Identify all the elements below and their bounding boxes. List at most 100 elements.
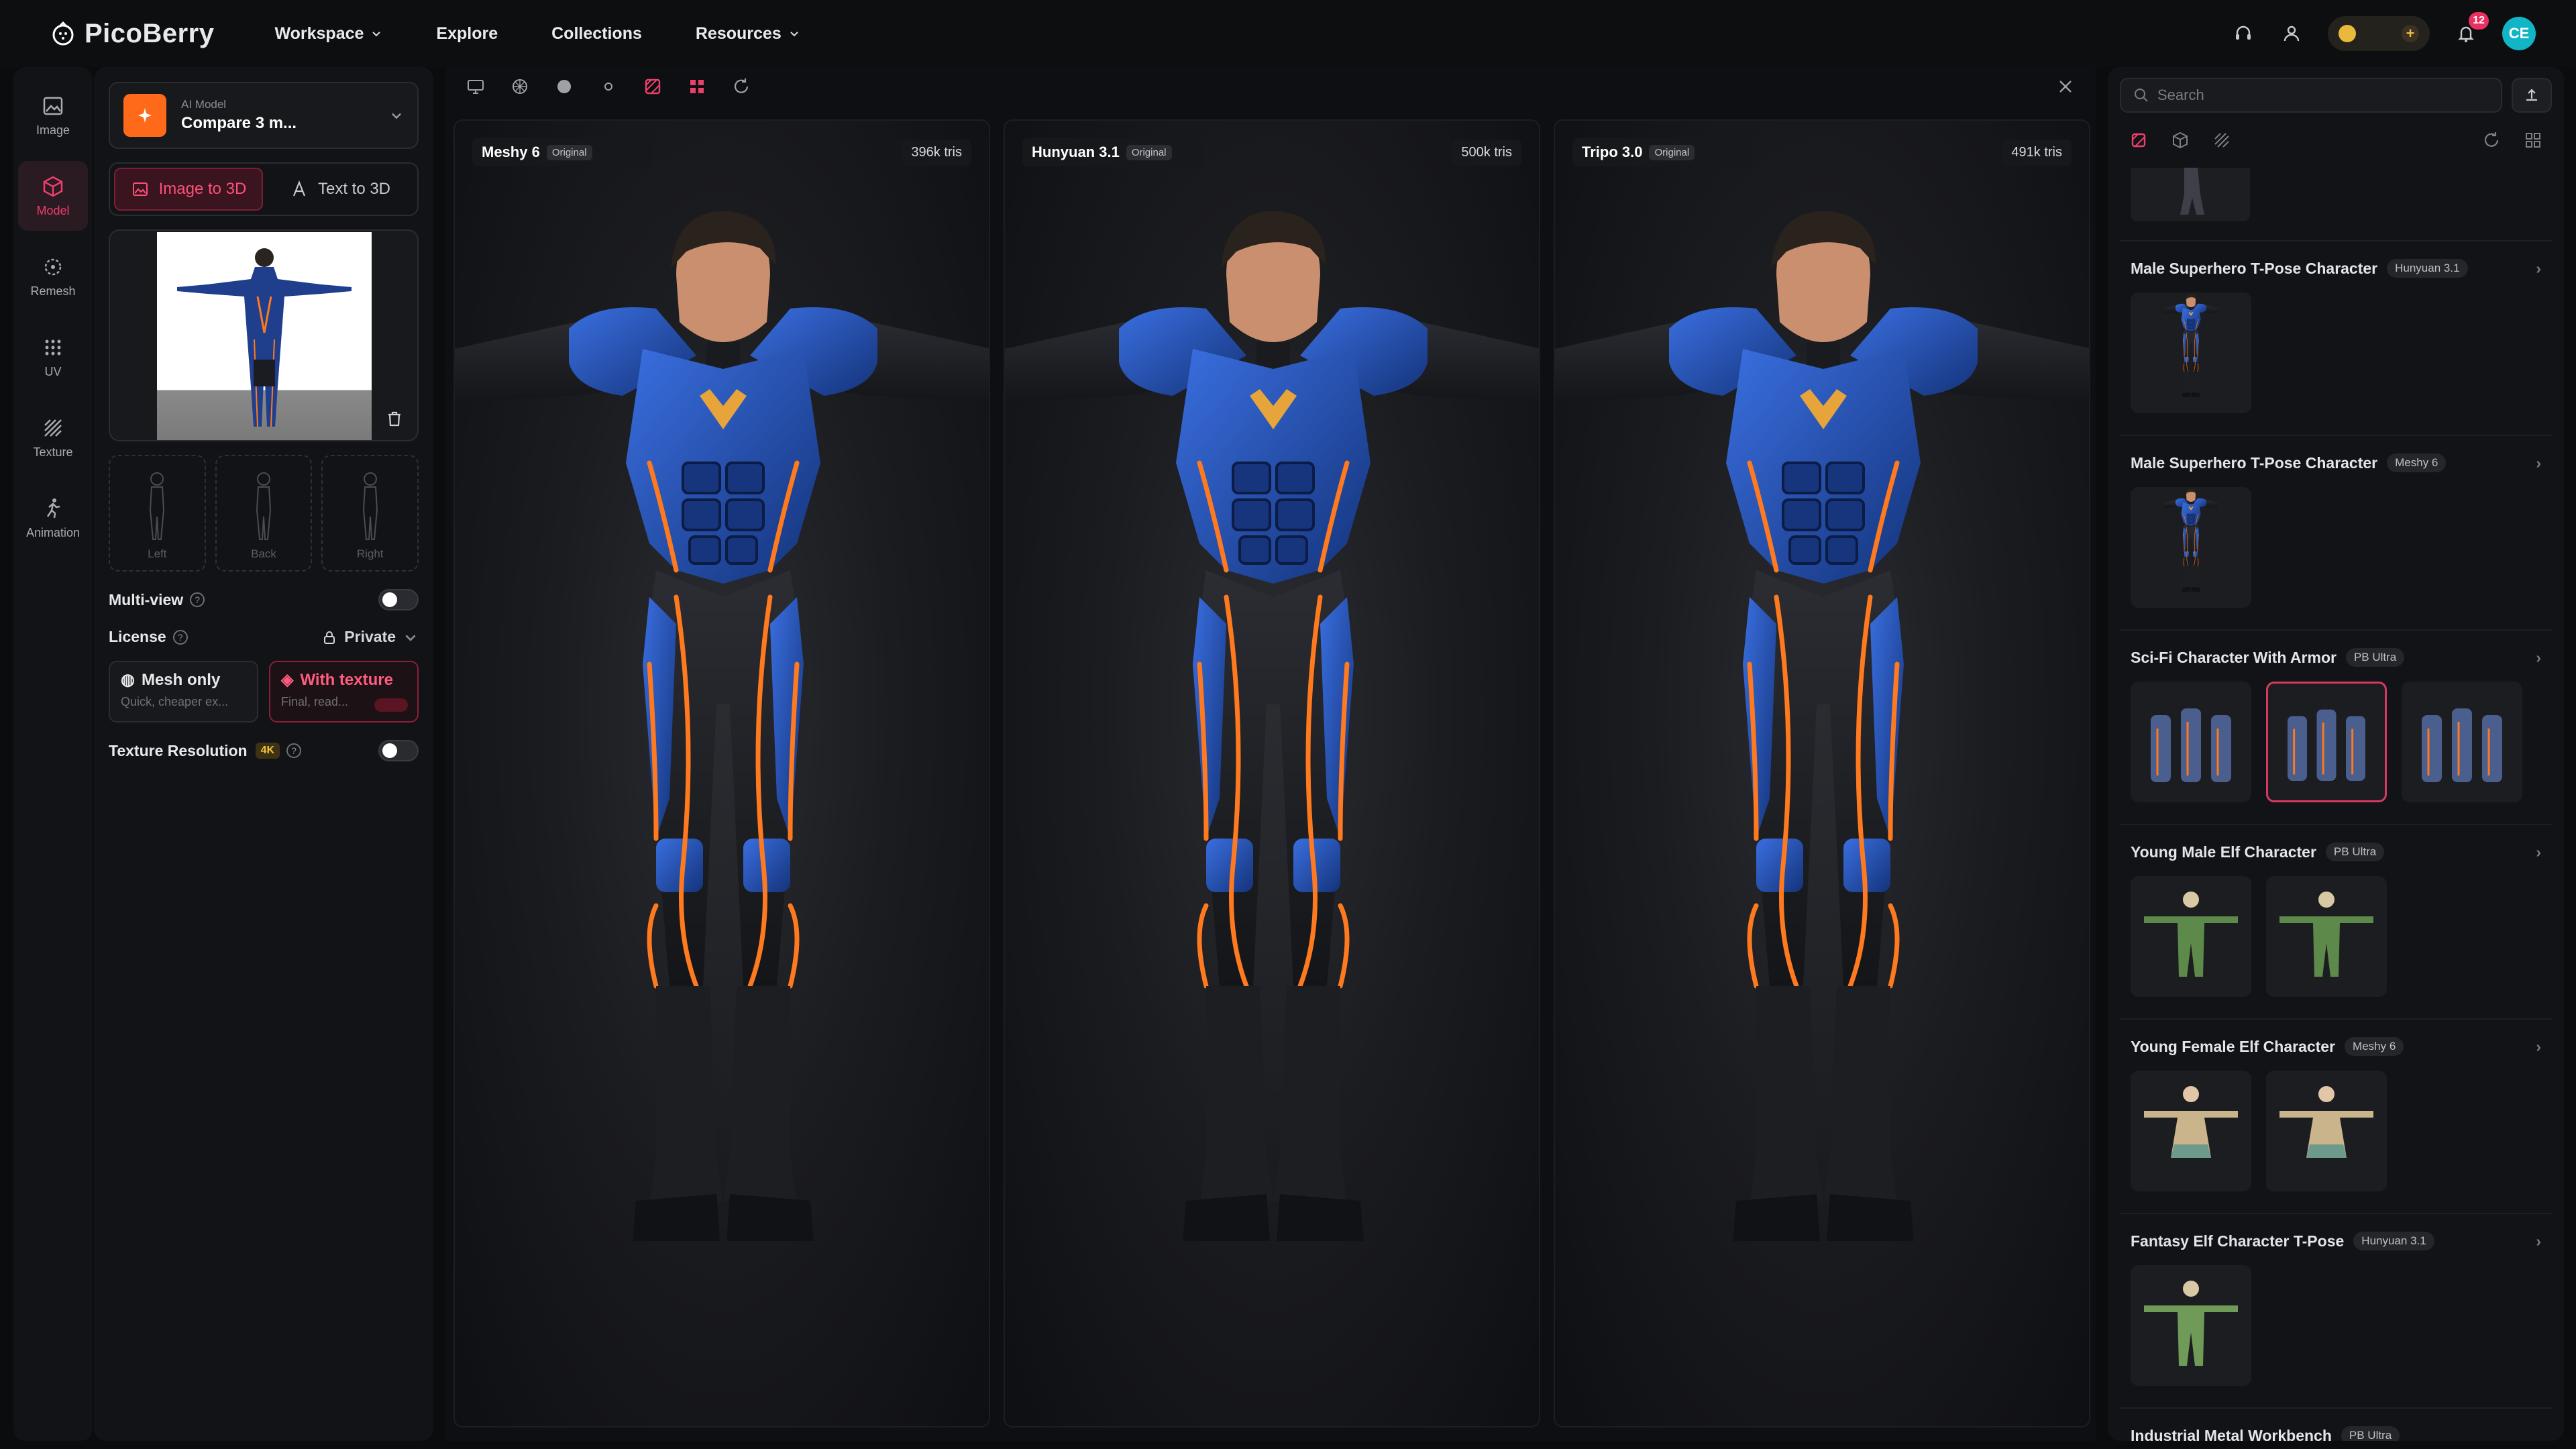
option-with-texture[interactable]: ◈ With texture Final, read... [269, 661, 419, 722]
thumbnail[interactable] [2266, 876, 2387, 997]
wireframe-icon[interactable] [510, 76, 530, 97]
viewer-pane-tripo[interactable]: Tripo 3.0 Original 491k tris [1554, 119, 2090, 1428]
thumbnail[interactable] [2131, 168, 2250, 221]
item-title: Fantasy Elf Character T-Pose [2131, 1232, 2345, 1250]
thumbnail[interactable] [2402, 682, 2522, 802]
berry-logo-icon [52, 21, 74, 46]
grid-layout-icon[interactable] [2524, 131, 2542, 150]
bell-icon[interactable]: 12 [2454, 12, 2489, 46]
resolution-badge: 4K [255, 743, 280, 759]
image-icon [43, 97, 63, 115]
thumbnail[interactable] [2131, 1071, 2251, 1191]
license-dropdown[interactable]: Private [321, 628, 419, 646]
cube-filter-icon[interactable] [2171, 131, 2190, 150]
model-caption: AI Model [181, 98, 227, 111]
option-title: Mesh only [141, 670, 221, 689]
thumbnail[interactable] [2131, 876, 2251, 997]
pattern-filter-icon[interactable] [2212, 131, 2231, 150]
light-icon[interactable] [598, 76, 619, 97]
list-item[interactable]: Young Female Elf Character Meshy 6 › [2120, 1020, 2552, 1214]
thumbnail[interactable] [2266, 1071, 2387, 1191]
list-item-partial[interactable]: Industrial Metal Workbench PB Ultra [2120, 1409, 2552, 1441]
view-slot-left[interactable]: Left [109, 455, 206, 572]
headset-icon[interactable] [2231, 21, 2255, 46]
list-item[interactable]: Male Superhero T-Pose Character Hunyuan … [2120, 241, 2552, 436]
close-icon[interactable] [2055, 76, 2076, 97]
thumbnail[interactable] [2131, 1265, 2251, 1386]
rail-model[interactable]: Model [18, 161, 88, 231]
help-icon[interactable]: ? [172, 629, 188, 645]
item-title: Male Superhero T-Pose Character [2131, 453, 2378, 472]
nav-collections[interactable]: Collections [551, 24, 642, 44]
texture-resolution-toggle[interactable] [378, 740, 419, 761]
logo[interactable]: PicoBerry [50, 19, 214, 49]
list-item[interactable]: Sci-Fi Character With Armor PB Ultra › [2120, 631, 2552, 825]
trash-icon[interactable] [385, 409, 404, 428]
chevron-right-icon[interactable]: › [2536, 454, 2541, 472]
user-icon[interactable] [2279, 21, 2304, 46]
nav-resources[interactable]: Resources [696, 24, 800, 44]
rail-uv[interactable]: UV [18, 322, 88, 392]
multiview-label: Multi-view [109, 590, 184, 608]
multiview-toggle[interactable] [378, 589, 419, 610]
texture-view-icon[interactable] [643, 76, 663, 97]
model-value: Compare 3 m... [181, 114, 297, 132]
nav-workspace[interactable]: Workspace [274, 24, 382, 44]
monitor-icon[interactable] [466, 76, 486, 97]
view-slot-right[interactable]: Right [321, 455, 419, 572]
credits-pill[interactable]: + [2328, 16, 2430, 51]
nav-label: Explore [436, 23, 498, 43]
running-figure-icon [46, 498, 60, 518]
viewer-pane-hunyuan[interactable]: Hunyuan 3.1 Original 500k tris [1004, 119, 1540, 1428]
tab-image-to-3d[interactable]: Image to 3D [114, 168, 263, 211]
rail-remesh[interactable]: Remesh [18, 241, 88, 311]
help-icon[interactable]: ? [286, 743, 302, 758]
texture-icon [44, 419, 62, 437]
tab-text-to-3d[interactable]: Text to 3D [267, 168, 413, 211]
rotate-icon[interactable] [731, 76, 751, 97]
view-slot-label: Left [148, 547, 167, 560]
rail-label: Model [36, 203, 70, 217]
grid-view-icon[interactable] [687, 76, 707, 97]
solid-shading-icon[interactable] [554, 76, 574, 97]
viewer-pane-meshy[interactable]: Meshy 6 Original 396k tris [453, 119, 990, 1428]
add-credits-icon[interactable]: + [2402, 25, 2419, 42]
chevron-right-icon[interactable]: › [2536, 649, 2541, 667]
rail-image[interactable]: Image [18, 80, 88, 150]
chevron-right-icon[interactable]: › [2536, 1038, 2541, 1056]
search-icon [2135, 89, 2148, 102]
rail-animation[interactable]: Animation [18, 483, 88, 553]
view-slot-back[interactable]: Back [215, 455, 313, 572]
option-mesh-only[interactable]: ◍ Mesh only Quick, cheaper ex... [109, 661, 258, 722]
mesh-icon: ◍ [121, 671, 135, 689]
chevron-right-icon[interactable]: › [2536, 260, 2541, 278]
model-viewer: Meshy 6 Original 396k tris Hunyuan 3.1 Ori… [445, 67, 2096, 1441]
refresh-icon[interactable] [2482, 131, 2501, 150]
pane-badge: Original [546, 144, 592, 160]
notification-badge: 12 [2469, 12, 2489, 30]
list-item[interactable]: Male Superhero T-Pose Character Meshy 6 … [2120, 436, 2552, 631]
top-bar: PicoBerry Workspace Explore Collections … [0, 0, 2576, 67]
list-item[interactable]: Fantasy Elf Character T-Pose Hunyuan 3.1… [2120, 1214, 2552, 1409]
thumbnail[interactable] [2131, 487, 2251, 608]
rail-texture[interactable]: Texture [18, 402, 88, 472]
list-item[interactable]: Young Male Elf Character PB Ultra › [2120, 825, 2552, 1020]
avatar[interactable]: CE [2502, 17, 2536, 50]
search-input[interactable]: Search [2120, 78, 2502, 113]
thumbnail-selected[interactable] [2266, 682, 2387, 802]
chevron-right-icon[interactable]: › [2536, 1232, 2541, 1250]
nav-explore[interactable]: Explore [436, 24, 498, 44]
input-image-preview[interactable] [109, 229, 419, 441]
chevron-right-icon[interactable]: › [2536, 843, 2541, 861]
pane-model-name: Meshy 6 [482, 144, 540, 160]
tab-label: Text to 3D [317, 180, 391, 198]
rail-label: UV [44, 364, 62, 378]
item-title: Industrial Metal Workbench [2131, 1426, 2332, 1442]
model-dropdown[interactable]: AI Model Compare 3 m... [109, 82, 419, 149]
thumbnail[interactable] [2131, 682, 2251, 802]
help-icon[interactable]: ? [190, 592, 205, 607]
upload-button[interactable] [2512, 78, 2552, 113]
tab-label: Image to 3D [158, 180, 247, 198]
texture-filter-icon[interactable] [2129, 131, 2148, 150]
thumbnail[interactable] [2131, 292, 2251, 413]
